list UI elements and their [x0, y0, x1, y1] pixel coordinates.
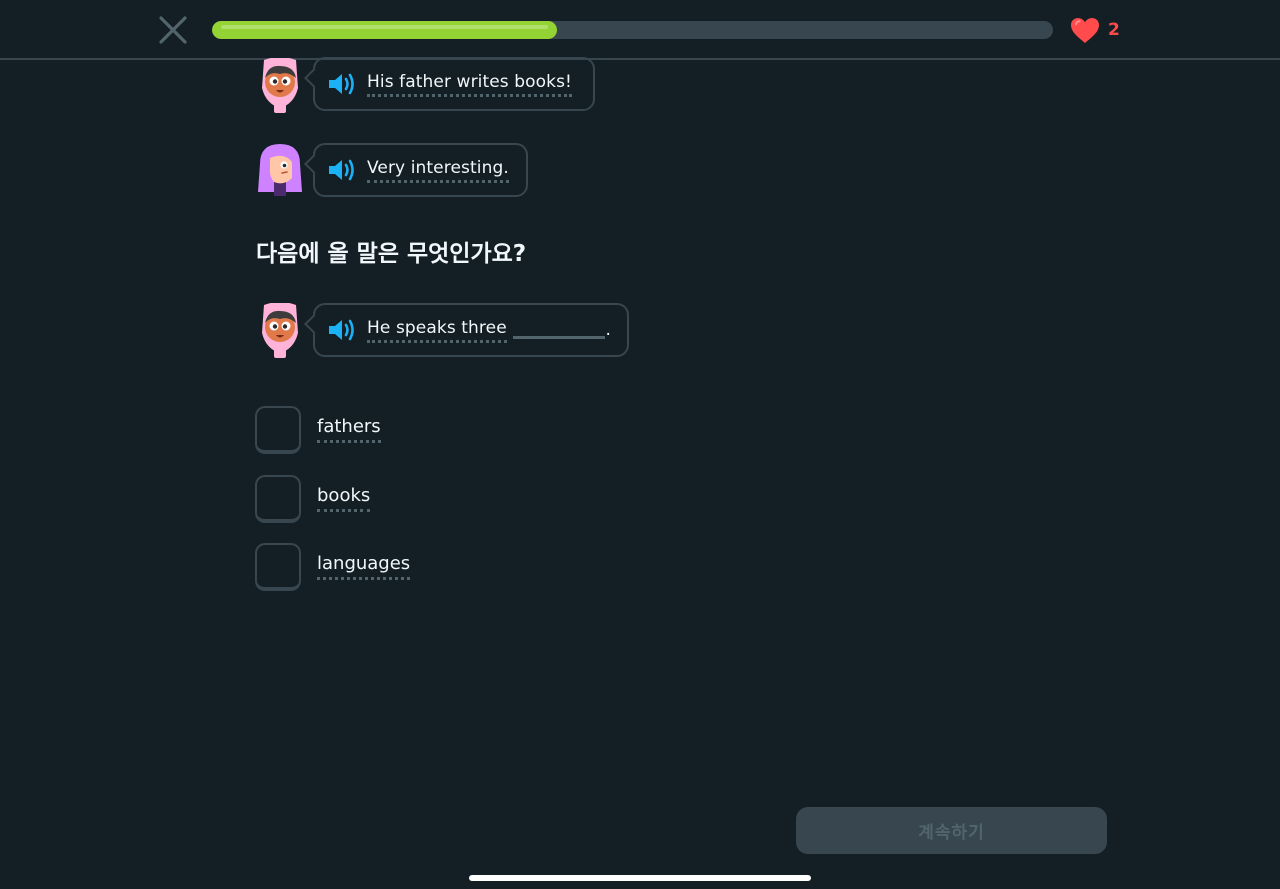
- option-checkbox[interactable]: [255, 406, 301, 454]
- dialogue-text[interactable]: Very interesting.: [367, 158, 509, 183]
- sentence-after-blank: .: [605, 320, 611, 340]
- dialogue-text[interactable]: His father writes books!: [367, 72, 572, 97]
- option-label[interactable]: languages: [317, 554, 411, 580]
- speaker-icon[interactable]: [327, 157, 357, 183]
- speech-bubble: Very interesting.: [313, 143, 528, 197]
- hearts-count: 2: [1108, 20, 1120, 40]
- continue-button[interactable]: 계속하기: [796, 807, 1107, 854]
- option-books[interactable]: books: [255, 475, 371, 523]
- speech-bubble: He speaks three .: [313, 303, 629, 357]
- home-indicator[interactable]: [469, 875, 811, 881]
- progress-fill: [212, 21, 557, 39]
- heart-icon: [1071, 17, 1099, 43]
- speech-bubble: His father writes books!: [313, 57, 595, 111]
- progress-bar: [212, 21, 1053, 39]
- speaker-icon[interactable]: [327, 71, 357, 97]
- question-prompt: 다음에 올 말은 무엇인가요?: [256, 241, 527, 267]
- girl-avatar: [254, 142, 306, 198]
- option-fathers[interactable]: fathers: [255, 406, 381, 454]
- option-checkbox[interactable]: [255, 475, 301, 523]
- option-languages[interactable]: languages: [255, 543, 411, 591]
- boy-avatar: [254, 302, 306, 359]
- answer-blank: [512, 321, 606, 339]
- hearts-counter[interactable]: 2: [1070, 16, 1120, 44]
- sentence-before-blank[interactable]: He speaks three: [367, 318, 507, 343]
- option-label[interactable]: fathers: [317, 417, 381, 443]
- boy-avatar: [254, 57, 306, 114]
- top-bar: 2: [0, 0, 1280, 60]
- close-button[interactable]: [158, 15, 188, 45]
- speaker-icon[interactable]: [327, 317, 357, 343]
- close-icon: [159, 16, 187, 44]
- option-checkbox[interactable]: [255, 543, 301, 591]
- option-label[interactable]: books: [317, 486, 371, 512]
